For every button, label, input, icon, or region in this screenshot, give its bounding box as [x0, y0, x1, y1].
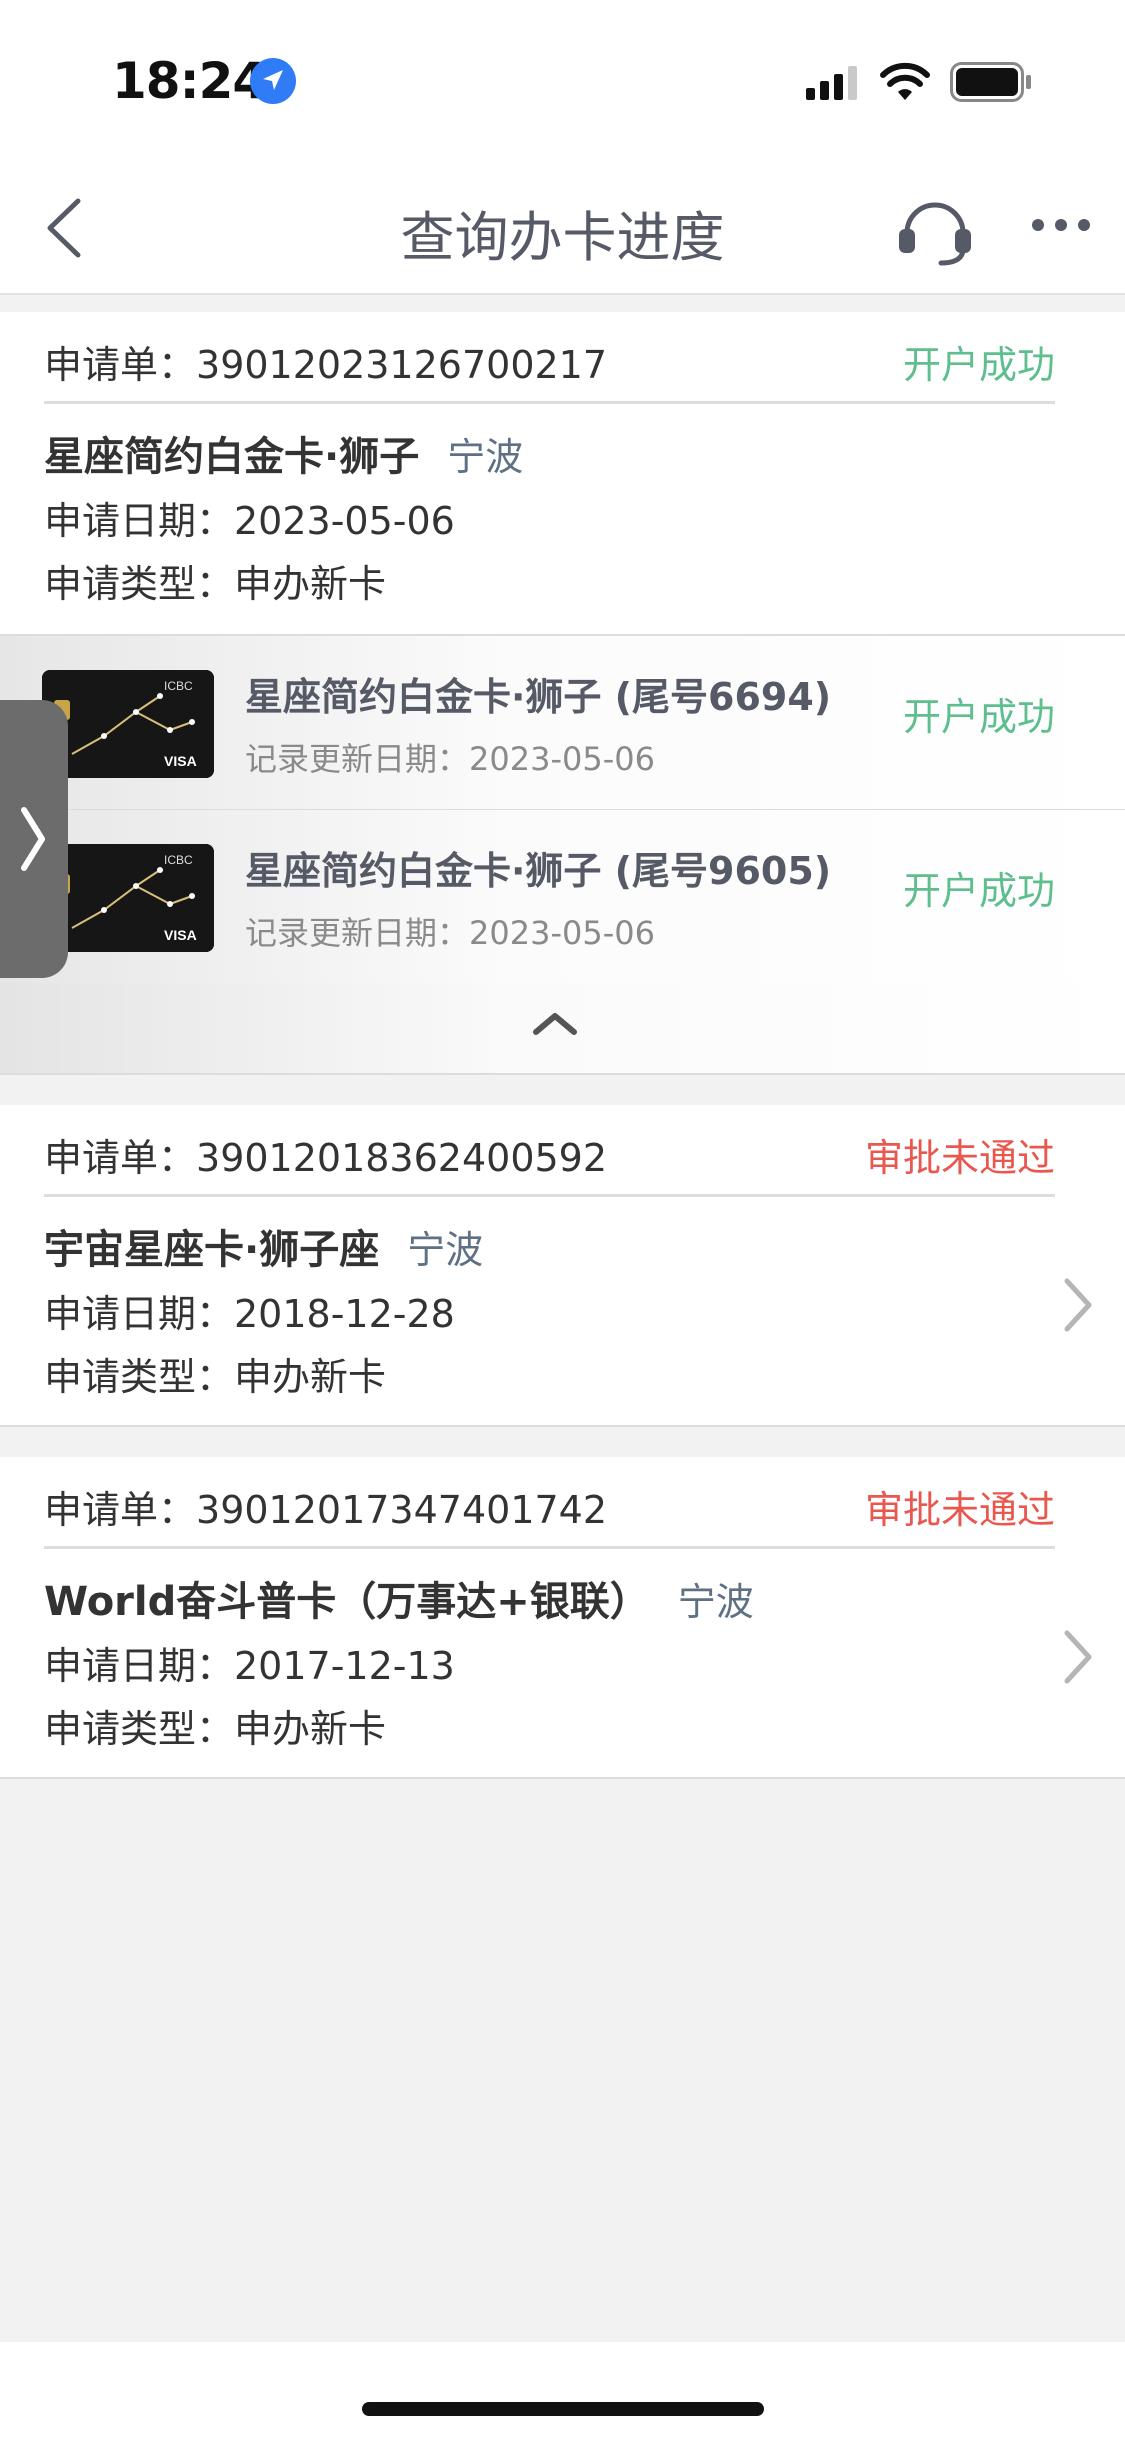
card-brand: ICBC	[164, 679, 193, 693]
chevron-right-icon	[1061, 1277, 1095, 1337]
home-indicator[interactable]	[362, 2402, 764, 2416]
application-details: 星座简约白金卡·狮子 宁波 申请日期：2023-05-06 申请类型：申办新卡	[44, 424, 523, 608]
city-label: 宁波	[447, 435, 524, 479]
card-status: 开户成功	[902, 695, 1055, 739]
application-type: 申请类型：申办新卡	[44, 1355, 387, 1399]
application-header: 申请单：39012017347401742 审批未通过	[44, 1457, 1055, 1549]
application-type: 申请类型：申办新卡	[44, 562, 387, 606]
card-progress-row[interactable]: ICBC VISA 星座简约白金卡·狮子 (尾号9605) 记录更新日期：202…	[0, 810, 1125, 985]
application-card[interactable]: 申请单：39012018362400592 审批未通过 宇宙星座卡·狮子座 宁波 …	[0, 1105, 1125, 1427]
city-label: 宁波	[407, 1228, 484, 1272]
application-header: 申请单：39012023126700217 开户成功	[44, 312, 1055, 404]
record-update-date: 记录更新日期：2023-05-06	[245, 740, 655, 778]
more-icon[interactable]	[1030, 217, 1092, 237]
card-name: 宇宙星座卡·狮子座 宁波	[44, 1227, 484, 1273]
city-label: 宁波	[677, 1580, 754, 1624]
location-arrow-icon	[250, 58, 296, 108]
application-date: 申请日期：2023-05-06	[44, 499, 455, 543]
application-status: 审批未通过	[864, 1136, 1055, 1180]
application-details: 宇宙星座卡·狮子座 宁波 申请日期：2018-12-28 申请类型：申办新卡	[44, 1217, 483, 1401]
application-card[interactable]: 申请单：39012017347401742 审批未通过 World奋斗普卡（万事…	[0, 1457, 1125, 1779]
card-title: 星座简约白金卡·狮子 (尾号6694)	[245, 675, 832, 719]
card-network: VISA	[164, 927, 197, 943]
nav-bar: 查询办卡进度	[0, 165, 1125, 295]
status-time: 18:24	[112, 52, 267, 110]
application-number: 申请单：39012018362400592	[44, 1136, 608, 1180]
side-expand-icon	[18, 806, 48, 876]
customer-service-icon[interactable]	[895, 193, 975, 271]
status-bar: 18:24	[0, 0, 1125, 165]
application-type: 申请类型：申办新卡	[44, 1707, 387, 1751]
chevron-up-icon	[532, 1008, 578, 1042]
application-number: 申请单：39012017347401742	[44, 1488, 608, 1532]
card-brand: ICBC	[164, 853, 193, 867]
application-date: 申请日期：2018-12-28	[44, 1292, 455, 1336]
chevron-right-icon	[1061, 1629, 1095, 1689]
application-status: 审批未通过	[864, 1488, 1055, 1532]
card-name: 星座简约白金卡·狮子 宁波	[44, 434, 524, 480]
application-date: 申请日期：2017-12-13	[44, 1644, 455, 1688]
wifi-icon	[880, 62, 930, 104]
home-bar	[0, 2342, 1125, 2439]
record-update-date: 记录更新日期：2023-05-06	[245, 914, 655, 952]
card-network: VISA	[164, 753, 197, 769]
application-status: 开户成功	[902, 343, 1055, 387]
collapse-button[interactable]	[0, 983, 1125, 1075]
application-header: 申请单：39012018362400592 审批未通过	[44, 1105, 1055, 1197]
signal-icon	[806, 66, 862, 104]
card-name: World奋斗普卡（万事达+银联） 宁波	[44, 1579, 754, 1625]
card-title: 星座简约白金卡·狮子 (尾号9605)	[245, 849, 832, 893]
battery-icon	[950, 62, 1032, 106]
card-status: 开户成功	[902, 869, 1055, 913]
card-progress-row[interactable]: ICBC VISA 星座简约白金卡·狮子 (尾号6694) 记录更新日期：202…	[0, 636, 1125, 811]
application-card: 申请单：39012023126700217 开户成功 星座简约白金卡·狮子 宁波 …	[0, 312, 1125, 634]
application-number: 申请单：39012023126700217	[44, 343, 608, 387]
side-expand-tab[interactable]	[0, 700, 68, 978]
application-details: World奋斗普卡（万事达+银联） 宁波 申请日期：2017-12-13 申请类型…	[44, 1569, 754, 1753]
